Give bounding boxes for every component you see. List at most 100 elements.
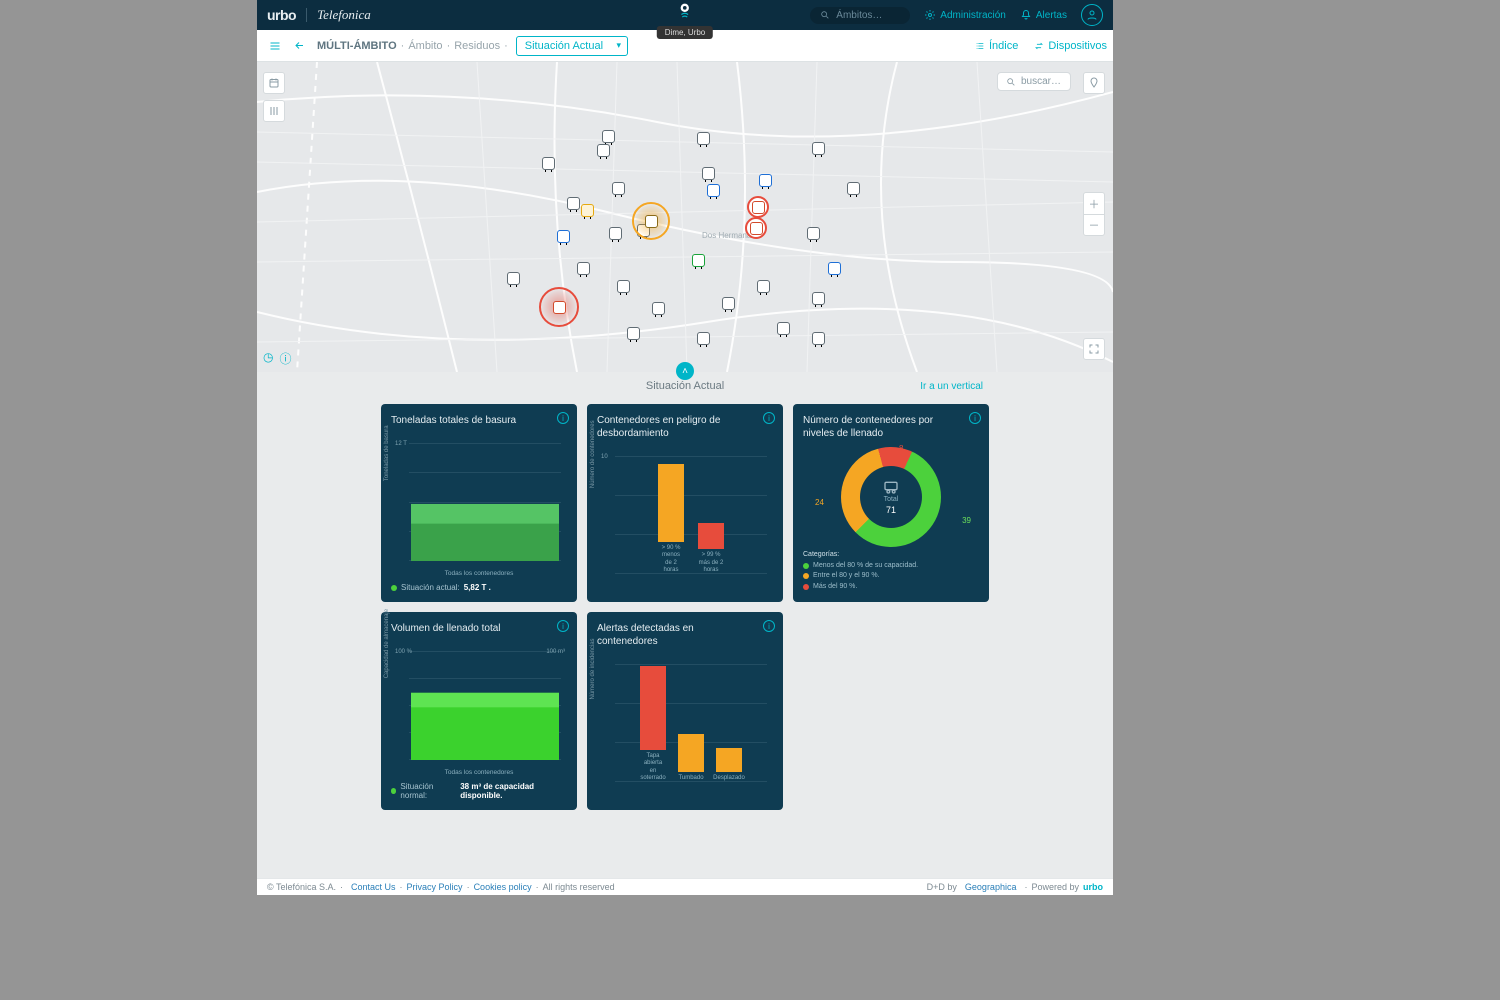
card-title: Alertas detectadas en contenedores (597, 622, 737, 648)
map-calendar-button[interactable] (263, 72, 285, 94)
container-pin[interactable] (697, 332, 710, 345)
search-icon (1006, 77, 1016, 87)
container-pin-blue[interactable] (828, 262, 841, 275)
container-pin[interactable] (507, 272, 520, 285)
container-pin-green[interactable] (692, 254, 705, 267)
hotspot-red-large[interactable] (539, 287, 579, 327)
container-pin[interactable] (577, 262, 590, 275)
info-icon[interactable]: i (557, 620, 569, 632)
card-footnote: Situación normal: 38 m³ de capacidad dis… (391, 782, 567, 800)
logo-telefonica: Telefonica (317, 7, 371, 23)
hotspot-red-small[interactable] (745, 217, 767, 239)
container-pin[interactable] (697, 132, 710, 145)
crumb-ambito[interactable]: Ámbito (408, 40, 442, 52)
container-pin[interactable] (757, 280, 770, 293)
admin-link[interactable]: Administración (924, 9, 1006, 21)
container-pin-blue[interactable] (759, 174, 772, 187)
map-bottom-icons: ◷ ⓘ (263, 350, 292, 367)
container-pin-blue[interactable] (707, 184, 720, 197)
card-volume: Volumen de llenado total i Capacidad de … (381, 612, 577, 810)
user-avatar[interactable] (1081, 4, 1103, 26)
container-pin[interactable] (722, 297, 735, 310)
card-title: Contenedores en peligro de desbordamient… (597, 414, 737, 440)
rights: All rights reserved (543, 882, 615, 892)
container-pin[interactable] (612, 182, 625, 195)
columns-icon (268, 105, 280, 117)
topbar: urbo Telefonica Dime, Urbo Ámbitos… Admi… (257, 0, 1113, 30)
zoom-out-button[interactable]: － (1083, 214, 1105, 236)
container-pin[interactable] (567, 197, 580, 210)
container-pin[interactable] (812, 292, 825, 305)
container-pin[interactable] (702, 167, 715, 180)
crumb-residuos[interactable]: Residuos (454, 40, 500, 52)
container-pin[interactable] (847, 182, 860, 195)
container-pin[interactable] (812, 142, 825, 155)
map-zoom: ＋ － (1083, 192, 1105, 236)
info-icon[interactable]: i (557, 412, 569, 424)
zoom-in-button[interactable]: ＋ (1083, 192, 1105, 214)
card-alerts: Alertas detectadas en contenedores i Núm… (587, 612, 783, 810)
container-pin[interactable] (652, 302, 665, 315)
cookies-link[interactable]: Cookies policy (474, 882, 532, 892)
ambitos-placeholder: Ámbitos… (836, 10, 882, 21)
container-pin[interactable] (597, 144, 610, 157)
hamburger-button[interactable] (263, 34, 287, 58)
collapse-toggle[interactable]: ˄ (676, 362, 694, 380)
container-pin[interactable] (807, 227, 820, 240)
powered-logo: urbo (1083, 882, 1103, 892)
map-fullscreen-button[interactable] (1083, 338, 1105, 360)
user-icon (1086, 9, 1098, 21)
indice-link[interactable]: Índice (975, 40, 1018, 52)
privacy-link[interactable]: Privacy Policy (407, 882, 463, 892)
list-icon (975, 41, 985, 51)
container-pin[interactable] (609, 227, 622, 240)
back-button[interactable] (287, 34, 311, 58)
beacon-label: Dime, Urbo (657, 26, 713, 39)
container-pin[interactable] (602, 130, 615, 143)
container-pin[interactable] (627, 327, 640, 340)
info-icon[interactable]: i (763, 620, 775, 632)
crumb-current-dropdown[interactable]: Situación Actual (516, 36, 628, 56)
copyright: © Telefónica S.A. (267, 882, 336, 892)
dispositivos-link[interactable]: Dispositivos (1034, 40, 1107, 52)
tons-chart (411, 443, 559, 561)
search-icon (820, 10, 830, 20)
fullscreen-icon (1088, 343, 1100, 355)
vertical-link[interactable]: Ir a un vertical (920, 381, 983, 392)
ambitos-search[interactable]: Ámbitos… (810, 7, 910, 24)
container-pin[interactable] (542, 157, 555, 170)
info-icon[interactable]: i (969, 412, 981, 424)
info-icon[interactable]: ⓘ (279, 350, 291, 367)
map-layers-button[interactable] (263, 100, 285, 122)
calendar-icon (268, 77, 280, 89)
map-view[interactable]: Dos Hermanas buscar… ＋ － ◷ ⓘ (257, 62, 1113, 372)
card-overflow: Contenedores en peligro de desbordamient… (587, 404, 783, 602)
alerts-chart: Tapa abierta en soterrado Tumbado Despla… (615, 664, 767, 782)
card-levels: Número de contenedores por niveles de ll… (793, 404, 989, 602)
container-pin[interactable] (812, 332, 825, 345)
beacon-center[interactable]: Dime, Urbo (657, 0, 713, 39)
container-pin[interactable] (617, 280, 630, 293)
alerts-link[interactable]: Alertas (1020, 9, 1067, 21)
swap-icon (1034, 41, 1044, 51)
crumb-root[interactable]: MÚLTI-ÁMBITO (317, 40, 397, 52)
gear-icon (924, 9, 936, 21)
back-arrow-icon (292, 40, 306, 52)
contact-link[interactable]: Contact Us (351, 882, 396, 892)
hotspot-orange[interactable] (632, 202, 670, 240)
dashboard-panels: Toneladas totales de basura i Toneladas … (257, 400, 1113, 840)
container-pin-yellow[interactable] (581, 204, 594, 217)
logo-urbo[interactable]: urbo (267, 7, 296, 23)
map-search[interactable]: buscar… (997, 72, 1071, 91)
info-icon[interactable]: i (763, 412, 775, 424)
geographica-link[interactable]: Geographica (965, 882, 1017, 892)
card-footnote: Situación actual: 5,82 T . (391, 583, 567, 592)
clock-icon[interactable]: ◷ (263, 350, 273, 367)
hotspot-red-small[interactable] (747, 196, 769, 218)
card-tons: Toneladas totales de basura i Toneladas … (381, 404, 577, 602)
container-pin[interactable] (777, 322, 790, 335)
section-title: Situación Actual (646, 380, 724, 392)
container-pin-blue[interactable] (557, 230, 570, 243)
card-title: Número de contenedores por niveles de ll… (803, 414, 943, 440)
map-pin-button[interactable] (1083, 72, 1105, 94)
